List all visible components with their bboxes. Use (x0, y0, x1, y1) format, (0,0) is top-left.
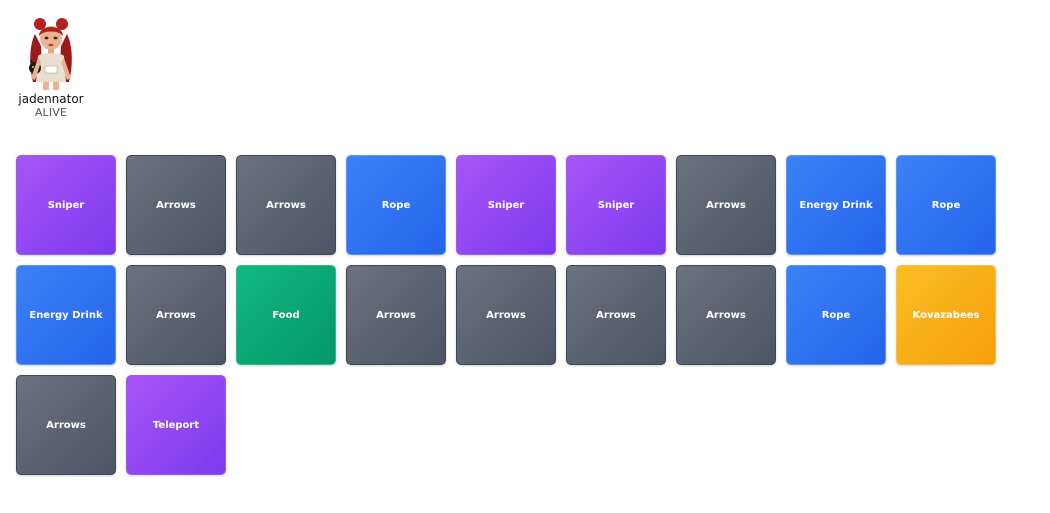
item-card[interactable]: Sniper (16, 155, 116, 255)
item-card[interactable]: Rope (896, 155, 996, 255)
item-card[interactable]: Arrows (346, 265, 446, 365)
item-card[interactable]: Sniper (456, 155, 556, 255)
item-card[interactable]: Sniper (566, 155, 666, 255)
item-card[interactable]: Arrows (566, 265, 666, 365)
item-card[interactable]: Energy Drink (16, 265, 116, 365)
item-card[interactable]: Teleport (126, 375, 226, 475)
item-card[interactable]: Arrows (676, 265, 776, 365)
item-card[interactable]: Energy Drink (786, 155, 886, 255)
player-name: jadennator (18, 92, 84, 106)
inventory-grid: Sniper Arrows Arrows Rope Sniper Sniper Arrows… (16, 155, 1006, 475)
player-card: jadennator ALIVE (16, 16, 86, 120)
player-avatar (29, 18, 72, 90)
item-card[interactable]: Arrows (16, 375, 116, 475)
item-card[interactable]: Food (236, 265, 336, 365)
item-card[interactable]: Arrows (456, 265, 556, 365)
item-card[interactable]: Rope (786, 265, 886, 365)
item-card[interactable]: Arrows (126, 155, 226, 255)
item-card[interactable]: Kovazabees (896, 265, 996, 365)
item-card[interactable]: Arrows (236, 155, 336, 255)
player-status: ALIVE (34, 106, 68, 119)
item-card[interactable]: Rope (346, 155, 446, 255)
item-card[interactable]: Arrows (126, 265, 226, 365)
item-card[interactable]: Arrows (676, 155, 776, 255)
